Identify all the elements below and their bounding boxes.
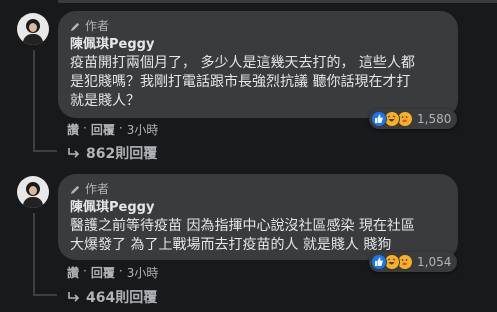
view-replies-button[interactable]: 862則回覆 (67, 143, 157, 163)
reply-button[interactable]: 回覆 (91, 264, 115, 281)
author-badge: 作者 (70, 18, 446, 34)
comment-bubble: 作者 陳佩琪Peggy 醫護之前等待疫苗 因為指揮中心說沒社區感染 現在社區 大… (58, 174, 458, 260)
comment-text-line: 是犯賤嗎？我剛打電話跟市長強烈抗議 聽你話現在才打 (70, 74, 411, 90)
comment-actions: 讚 · 回覆 · 3小時 (67, 264, 158, 281)
replies-label: 862則回覆 (86, 146, 158, 162)
reaction-count: 1,580 (417, 112, 452, 126)
timestamp[interactable]: 3小時 (127, 264, 159, 281)
view-replies-button[interactable]: 464則回覆 (67, 287, 157, 307)
separator: · (118, 121, 123, 135)
author-badge-label: 作者 (85, 19, 110, 33)
reply-arrow-icon (68, 291, 80, 302)
thread-line (33, 50, 35, 152)
reaction-summary[interactable]: 1,054 (369, 252, 458, 272)
comment-bubble: 作者 陳佩琪Peggy 疫苗開打兩個月了， 多少人是這幾天去打的， 這些人都 是… (58, 11, 458, 118)
reaction-count: 1,054 (417, 255, 452, 269)
author-badge-label: 作者 (85, 182, 110, 196)
like-button[interactable]: 讚 (67, 264, 79, 281)
previous-bubble-edge (58, 0, 497, 3)
separator: · (118, 264, 123, 278)
author-badge: 作者 (70, 181, 446, 197)
separator: · (83, 264, 87, 278)
pen-icon (70, 22, 80, 31)
reply-button[interactable]: 回覆 (91, 121, 115, 138)
avatar[interactable] (17, 176, 49, 208)
reply-arrow-icon (68, 147, 80, 158)
thread-line (33, 213, 35, 296)
like-icon (371, 111, 387, 127)
comment-text-line: 醫護之前等待疫苗 因為指揮中心說沒社區感染 現在社區 (70, 218, 415, 234)
comment-actions: 讚 · 回覆 · 3小時 (67, 121, 158, 138)
commenter-name[interactable]: 陳佩琪Peggy (70, 199, 446, 217)
timestamp[interactable]: 3小時 (127, 121, 159, 138)
like-button[interactable]: 讚 (67, 121, 79, 138)
replies-label: 464則回覆 (86, 290, 158, 306)
thread-connector (33, 150, 57, 152)
thread-connector (33, 294, 57, 296)
separator: · (83, 121, 87, 135)
pen-icon (70, 185, 80, 194)
reaction-summary[interactable]: 1,580 (369, 109, 458, 129)
avatar[interactable] (17, 13, 49, 45)
commenter-name[interactable]: 陳佩琪Peggy (70, 36, 446, 54)
comment-text-line: 疫苗開打兩個月了， 多少人是這幾天去打的， 這些人都 (70, 55, 415, 71)
like-icon (371, 254, 387, 270)
